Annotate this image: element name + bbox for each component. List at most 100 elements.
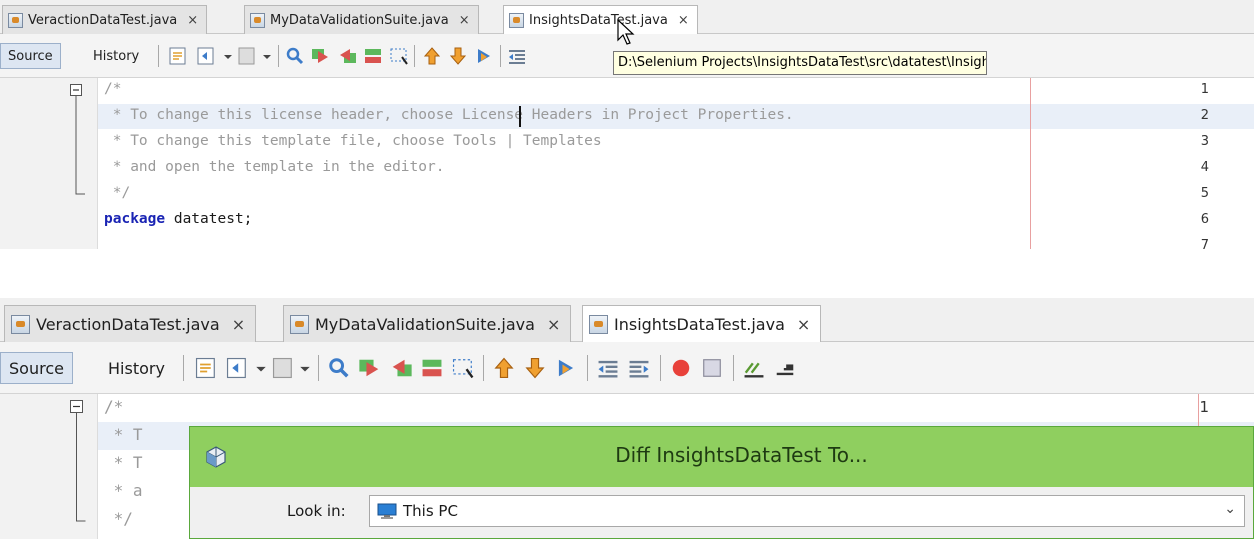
right-margin-line — [1030, 78, 1031, 249]
toggle-rect-selection-icon[interactable] — [450, 355, 476, 381]
back-icon[interactable] — [224, 355, 250, 381]
line-number: 1 — [1199, 398, 1209, 416]
toolbar-separator — [158, 45, 159, 67]
find-previous-icon[interactable] — [310, 45, 332, 67]
java-file-icon — [290, 314, 309, 334]
code-editor[interactable]: 1 2 3 4 5 6 7 /* * To change this licens… — [0, 78, 1254, 249]
close-icon[interactable]: × — [547, 315, 560, 334]
code-line: * T — [104, 425, 143, 444]
java-file-icon — [250, 12, 265, 28]
toolbar-separator — [587, 355, 588, 381]
find-icon[interactable] — [326, 355, 352, 381]
history-button[interactable]: History — [100, 352, 173, 384]
code-line: */ — [104, 509, 133, 528]
next-bookmark-icon[interactable] — [522, 355, 548, 381]
next-bookmark-icon[interactable] — [447, 45, 469, 67]
close-icon[interactable]: × — [797, 315, 810, 334]
last-edit-icon[interactable] — [193, 355, 219, 381]
toolbar-separator — [414, 45, 415, 67]
forward-icon[interactable] — [236, 45, 258, 67]
close-icon[interactable]: × — [678, 13, 689, 28]
java-file-icon — [11, 314, 30, 334]
start-macro-icon[interactable] — [668, 355, 694, 381]
tab-insights-data-test[interactable]: InsightsDataTest.java × — [582, 305, 822, 342]
source-button[interactable]: Source — [0, 43, 61, 69]
tab-veraction-data-test[interactable]: VeractionDataTest.java × — [2, 5, 208, 34]
this-pc-icon — [377, 503, 397, 519]
back-icon[interactable] — [195, 45, 217, 67]
toggle-rect-selection-icon[interactable] — [388, 45, 410, 67]
fold-icon[interactable] — [62, 398, 92, 528]
tab-label: VeractionDataTest.java — [28, 12, 178, 28]
source-button[interactable]: Source — [0, 352, 73, 384]
code-line: */ — [104, 185, 131, 201]
code-line: package datatest; — [104, 211, 252, 227]
close-icon[interactable]: × — [459, 13, 470, 28]
chevron-down-icon[interactable] — [292, 355, 318, 381]
find-next-icon[interactable] — [388, 355, 414, 381]
previous-bookmark-icon[interactable] — [491, 355, 517, 381]
code-line: * To change this license header, choose … — [104, 107, 794, 123]
tab-label: VeractionDataTest.java — [36, 314, 220, 334]
history-button[interactable]: History — [86, 43, 146, 69]
look-in-label: Look in: — [287, 502, 346, 520]
line-number: 1 — [1200, 82, 1209, 97]
toggle-bookmark-icon[interactable] — [553, 355, 579, 381]
toolbar-separator — [278, 45, 279, 67]
keyword: package — [104, 211, 166, 227]
tab-insights-data-test[interactable]: InsightsDataTest.java × — [503, 5, 698, 34]
line-number: 7 — [1200, 238, 1209, 249]
toggle-highlight-icon[interactable] — [362, 45, 384, 67]
chevron-down-icon[interactable]: ⌄ — [1224, 501, 1236, 517]
close-icon[interactable]: × — [187, 13, 198, 28]
java-file-icon — [509, 12, 524, 28]
last-edit-icon[interactable] — [167, 45, 189, 67]
code-line: * and open the template in the editor. — [104, 159, 445, 175]
editor-pane-bottom: VeractionDataTest.java × MyDataValidatio… — [0, 298, 1254, 539]
toolbar-separator — [183, 355, 184, 381]
shift-right-icon[interactable] — [626, 355, 652, 381]
editor-toolbar: Source History — [0, 342, 1254, 394]
java-file-icon — [8, 12, 23, 28]
editor-tab-bar: VeractionDataTest.java × MyDataValidatio… — [0, 298, 1254, 342]
previous-bookmark-icon[interactable] — [421, 45, 443, 67]
line-number: 5 — [1200, 186, 1209, 201]
code-line: * a — [104, 481, 143, 500]
shift-left-icon[interactable] — [595, 355, 621, 381]
file-path-tooltip: D:\Selenium Projects\InsightsDataTest\sr… — [613, 51, 987, 75]
stop-macro-icon[interactable] — [699, 355, 725, 381]
toolbar-separator — [660, 355, 661, 381]
dialog-title: Diff InsightsDataTest To... — [615, 443, 868, 467]
tab-label: MyDataValidationSuite.java — [315, 314, 535, 334]
toggle-bookmark-icon[interactable] — [473, 45, 495, 67]
tab-veraction-data-test[interactable]: VeractionDataTest.java × — [4, 305, 257, 342]
toolbar-separator — [500, 45, 501, 67]
tab-my-data-validation-suite[interactable]: MyDataValidationSuite.java × — [283, 305, 572, 342]
code-line: /* — [104, 81, 122, 97]
line-number: 2 — [1200, 108, 1209, 123]
package-name: datatest; — [165, 211, 253, 227]
tab-my-data-validation-suite[interactable]: MyDataValidationSuite.java × — [244, 5, 479, 34]
code-line: * To change this template file, choose T… — [104, 133, 602, 149]
mouse-pointer-icon — [617, 18, 635, 45]
look-in-dropdown[interactable]: This PC ⌄ — [369, 495, 1245, 527]
toolbar-separator — [733, 355, 734, 381]
toggle-highlight-icon[interactable] — [419, 355, 445, 381]
line-number: 4 — [1200, 160, 1209, 175]
editor-pane-top: VeractionDataTest.java × MyDataValidatio… — [0, 0, 1254, 249]
toolbar-separator — [318, 355, 319, 381]
code-line: /* — [104, 397, 124, 416]
look-in-value: This PC — [403, 502, 458, 520]
comment-icon[interactable] — [741, 355, 767, 381]
dialog-title-bar[interactable]: Diff InsightsDataTest To... — [190, 427, 1253, 487]
fold-icon[interactable] — [62, 82, 92, 202]
shift-left-icon[interactable] — [506, 45, 528, 67]
chevron-down-icon[interactable] — [256, 45, 278, 67]
diff-dialog: Diff InsightsDataTest To... Look in: Thi… — [189, 426, 1254, 539]
uncomment-icon[interactable] — [772, 355, 798, 381]
find-next-icon[interactable] — [336, 45, 358, 67]
close-icon[interactable]: × — [232, 315, 245, 334]
find-previous-icon[interactable] — [357, 355, 383, 381]
java-file-icon — [589, 314, 608, 334]
find-icon[interactable] — [284, 45, 306, 67]
